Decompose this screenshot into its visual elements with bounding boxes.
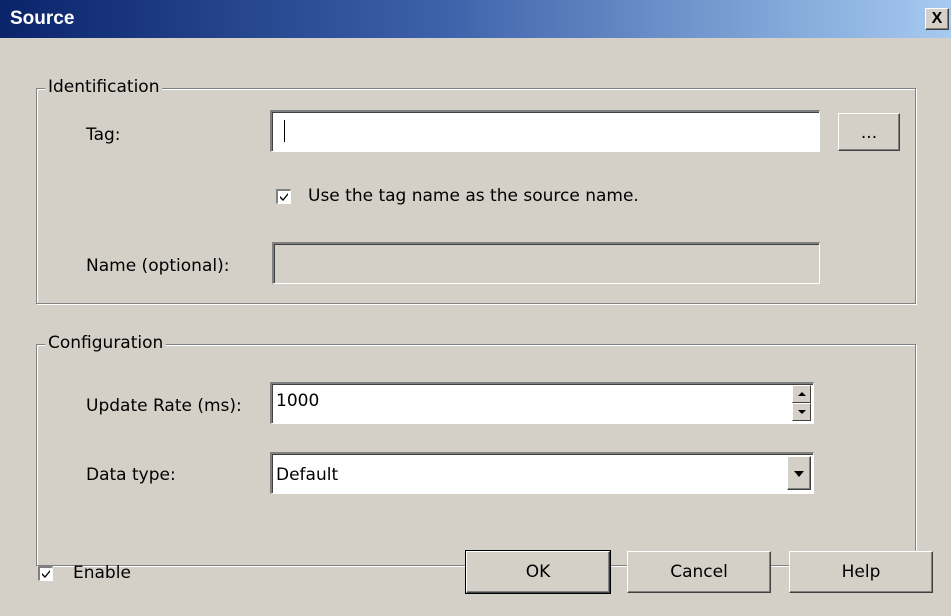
spin-down-icon [798,410,806,414]
use-tag-name-checkbox[interactable] [276,189,291,204]
spin-down-button[interactable] [792,403,811,421]
data-type-label: Data type: [86,465,176,485]
spin-up-button[interactable] [792,385,811,403]
name-label: Name (optional): [86,256,230,276]
enable-checkbox[interactable] [38,566,53,581]
use-tag-name-label: Use the tag name as the source name. [308,186,639,206]
close-button[interactable]: X [925,8,949,30]
close-icon: X [931,10,943,27]
window-title: Source [10,8,75,29]
checkmark-icon [42,570,50,578]
configuration-legend: Configuration [45,333,167,353]
data-type-select[interactable]: Default [270,452,814,494]
text-caret [284,120,285,142]
help-button[interactable]: Help [789,551,933,593]
spin-up-icon [798,392,806,396]
dropdown-button[interactable] [787,456,811,490]
cancel-label: Cancel [670,562,728,582]
tag-input[interactable] [270,110,820,152]
update-rate-label: Update Rate (ms): [86,396,242,416]
chevron-down-icon [794,471,804,477]
browse-label: ... [860,123,878,143]
name-input[interactable] [272,242,820,284]
update-rate-spinbox[interactable]: 1000 [270,382,814,424]
ok-button[interactable]: OK [465,550,611,594]
checkmark-icon [280,193,288,201]
help-label: Help [841,562,881,582]
title-bar: Source X [0,0,951,38]
identification-legend: Identification [45,77,163,97]
ok-label: OK [525,562,551,582]
browse-button[interactable]: ... [838,113,900,151]
enable-label: Enable [73,563,131,583]
tag-label: Tag: [86,125,121,145]
update-rate-value: 1000 [276,391,320,411]
data-type-value: Default [276,465,339,485]
cancel-button[interactable]: Cancel [627,551,771,593]
